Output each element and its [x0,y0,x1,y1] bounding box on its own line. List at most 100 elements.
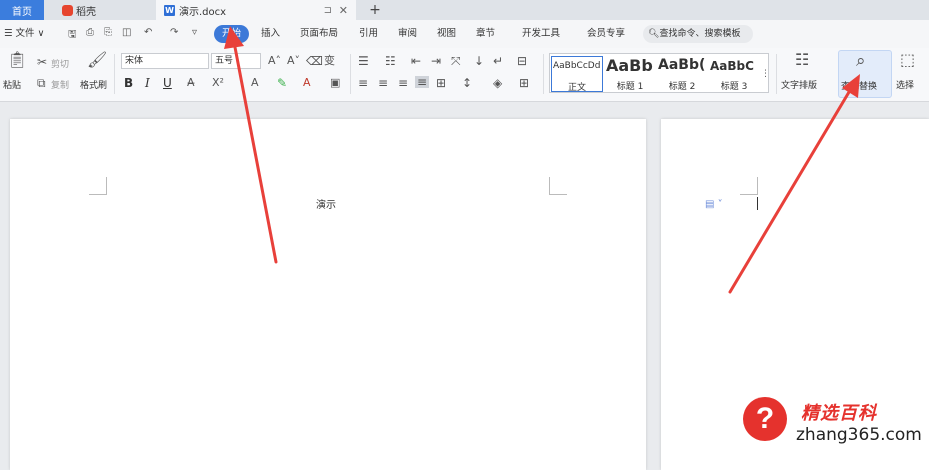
menu-start[interactable]: 开始 [214,25,249,43]
tab-docer-label: 稻壳 [76,6,96,18]
margin-marker-top-left [740,177,758,195]
styles-gallery: AaBbCcDd 正文 AaBb 标题 1 AaBb( 标题 2 AaBbC 标… [549,53,770,93]
font-family-select[interactable]: 宋体 [121,53,209,69]
phonetic-guide-icon[interactable]: 变 [324,55,335,67]
styles-more-icon[interactable]: ⋮ [761,68,770,80]
menu-references[interactable]: 引用 [359,26,378,42]
style-name: 标题 2 [668,82,696,92]
format-painter-icon[interactable]: 🖌︎ [87,52,107,68]
sort-icon[interactable]: ↓ [474,55,484,67]
ribbon-toolbar: 📋︎ 粘贴 ✂ 剪切 ⧉ 复制 🖌︎ 格式刷 宋体 五号 A˄ A˅ ⌫ 变 B… [0,48,929,102]
font-size-select[interactable]: 五号 [211,53,261,69]
italic-button[interactable]: I [145,76,150,90]
underline-button[interactable]: U [163,76,172,90]
strikethrough-icon[interactable]: A̶ [187,77,195,89]
tab-document[interactable]: W 演示.docx ⊐ ✕ [156,0,356,20]
style-heading-2[interactable]: AaBb( 标题 2 [657,56,707,92]
print-icon[interactable]: ⎘ [104,27,112,38]
margin-marker-top-right [549,177,567,195]
preview-icon[interactable]: ◫ [122,27,131,38]
menu-developer[interactable]: 开发工具 [522,26,560,42]
magnifier-icon: ⌕ [856,51,866,71]
menu-member[interactable]: 会员专享 [587,26,625,42]
align-left-icon[interactable]: ≡ [358,77,368,89]
select-button[interactable]: 选择 [896,78,914,91]
pin-icon[interactable]: ⊐ [324,5,332,16]
find-replace-label: 查找替换 [841,82,878,92]
paste-options-icon[interactable]: ▤ ˅ [705,199,723,210]
align-right-icon[interactable]: ≡ [398,77,408,89]
tab-docer[interactable]: 稻壳 [56,0,146,20]
text-layout-icon[interactable]: ☷ [795,52,809,68]
paste-icon[interactable]: 📋︎ [7,52,27,68]
copy-label[interactable]: 复制 [51,78,69,91]
watermark-title: 精选百科 [801,403,877,424]
ribbon-separator [776,54,777,94]
menu-review[interactable]: 审阅 [398,26,417,42]
text-effect-icon[interactable]: A [251,77,259,89]
menu-chapter[interactable]: 章节 [476,26,495,42]
style-preview: AaBbCcDd [553,61,601,71]
bold-button[interactable]: B [124,76,133,90]
style-normal[interactable]: AaBbCcDd 正文 [551,56,603,93]
chinese-layout-icon[interactable]: ⤧ [451,55,461,67]
document-text[interactable]: 演示 [316,196,336,211]
highlight-icon[interactable]: ✎ [277,77,287,89]
shrink-font-icon[interactable]: A˅ [287,55,300,67]
margin-marker-top-left [89,177,107,195]
table-icon[interactable]: ⊟ [517,55,527,67]
superscript-icon[interactable]: X² [212,77,224,89]
style-preview: AaBb( [658,57,706,73]
line-spacing-icon[interactable]: ↕ [462,77,472,89]
borders-icon[interactable]: ⊞ [519,77,529,89]
ribbon-separator [350,54,351,94]
find-replace-button[interactable]: ⌕ 查找替换 [838,50,892,98]
menu-insert[interactable]: 插入 [261,26,280,42]
tab-home-label: 首页 [12,6,32,18]
menu-page-layout[interactable]: 页面布局 [300,26,338,42]
new-tab-button[interactable]: + [365,0,385,20]
word-doc-icon: W [164,4,175,16]
menu-file[interactable]: ☰ 文件 ∨ [4,26,45,42]
menu-bar: ☰ 文件 ∨ 🖫 ⎙ ⎘ ◫ ↶ ↷ ▿ 开始 插入 页面布局 引用 审阅 视图… [0,20,929,48]
shading-icon[interactable]: ◈ [493,77,502,89]
format-painter-label[interactable]: 格式刷 [80,78,107,91]
text-layout-button[interactable]: 文字排版 [781,78,817,91]
justify-icon[interactable]: ≡ [415,76,430,88]
increase-indent-icon[interactable]: ⇥ [431,55,441,67]
redo-icon[interactable]: ↷ [170,27,178,38]
quick-access-dropdown-icon[interactable]: ▿ [192,27,197,38]
style-heading-1[interactable]: AaBb 标题 1 [605,56,655,92]
watermark-url: zhang365.com [796,425,922,445]
document-page-1[interactable]: 演示 [10,119,646,470]
ribbon-separator [114,54,115,94]
style-heading-3[interactable]: AaBbC 标题 3 [709,56,759,92]
scissors-icon[interactable]: ✂ [37,56,47,68]
title-tab-bar: 首页 稻壳 W 演示.docx ⊐ ✕ + [0,0,929,20]
font-color-icon[interactable]: A [303,77,311,89]
undo-icon[interactable]: ↶ [144,27,152,38]
align-center-icon[interactable]: ≡ [378,77,388,89]
select-icon[interactable]: ⬚ [900,52,915,68]
copy-icon[interactable]: ⧉ [37,77,46,89]
menu-view[interactable]: 视图 [437,26,456,42]
search-icon: 🔍︎ [648,29,660,39]
style-name: 正文 [567,83,586,93]
paste-label[interactable]: 粘贴 [3,78,21,91]
text-cursor [757,197,758,210]
numbered-list-icon[interactable]: ☷ [385,55,396,67]
save-icon[interactable]: 🖫 [68,27,77,44]
close-tab-icon[interactable]: ✕ [339,4,348,17]
tab-home[interactable]: 首页 [0,0,44,20]
char-border-icon[interactable]: ▣ [330,77,340,89]
grow-font-icon[interactable]: A˄ [268,55,281,67]
cut-label[interactable]: 剪切 [51,57,69,70]
decrease-indent-icon[interactable]: ⇤ [411,55,421,67]
distributed-icon[interactable]: ⊞ [436,77,446,89]
command-search-box[interactable]: 🔍︎查找命令、搜索模板 [643,25,753,43]
clear-format-icon[interactable]: ⌫ [306,55,323,67]
bullet-list-icon[interactable]: ☰ [358,55,369,67]
show-marks-icon[interactable]: ↵ [493,55,503,67]
export-pdf-icon[interactable]: ⎙ [86,27,94,38]
docer-logo-icon [62,4,73,16]
